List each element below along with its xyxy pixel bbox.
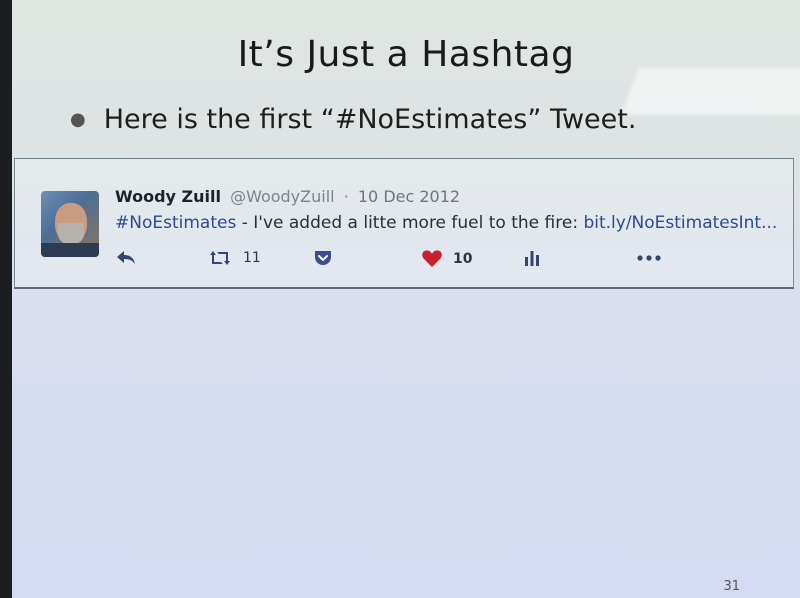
pocket-button[interactable]: [313, 249, 333, 267]
more-icon: [637, 255, 661, 261]
tweet-date[interactable]: 10 Dec 2012: [358, 187, 460, 206]
tweet-hashtag[interactable]: #NoEstimates: [115, 213, 236, 233]
pocket-icon: [315, 251, 331, 265]
projector-screen: It’s Just a Hashtag ● Here is the first …: [12, 0, 800, 598]
page-number: 31: [723, 579, 740, 594]
tweet-header: Woody Zuill @WoodyZuill · 10 Dec 2012: [115, 187, 460, 206]
heart-icon: [422, 250, 442, 267]
tweet-actions: 11 10: [115, 249, 715, 271]
more-button[interactable]: [635, 249, 663, 267]
tweet-author-handle[interactable]: @WoodyZuill: [230, 187, 335, 206]
analytics-icon: [525, 251, 539, 266]
tweet-card[interactable]: Woody Zuill @WoodyZuill · 10 Dec 2012 #N…: [14, 158, 794, 289]
retweet-icon: [210, 251, 230, 265]
slide-title: It’s Just a Hashtag: [237, 34, 575, 75]
analytics-button[interactable]: [523, 249, 541, 267]
retweet-button[interactable]: 11: [207, 249, 261, 267]
like-count: 10: [453, 250, 473, 267]
tweet-text: #NoEstimates - I've added a litte more f…: [115, 213, 777, 233]
bullet-dot-icon: ●: [70, 109, 86, 130]
like-button[interactable]: 10: [421, 249, 472, 268]
bullet-point: ● Here is the first “#NoEstimates” Tweet…: [70, 104, 636, 135]
bullet-text: Here is the first “#NoEstimates” Tweet.: [103, 104, 637, 135]
tweet-body-text: - I've added a litte more fuel to the fi…: [236, 213, 584, 233]
retweet-count: 11: [243, 250, 261, 266]
avatar[interactable]: [41, 191, 99, 257]
tweet-author-name[interactable]: Woody Zuill: [115, 187, 221, 206]
reply-icon: [117, 251, 135, 264]
reply-button[interactable]: [115, 249, 137, 267]
tweet-link[interactable]: bit.ly/NoEstimatesInt...: [583, 213, 777, 233]
tweet-separator: ·: [343, 187, 349, 206]
